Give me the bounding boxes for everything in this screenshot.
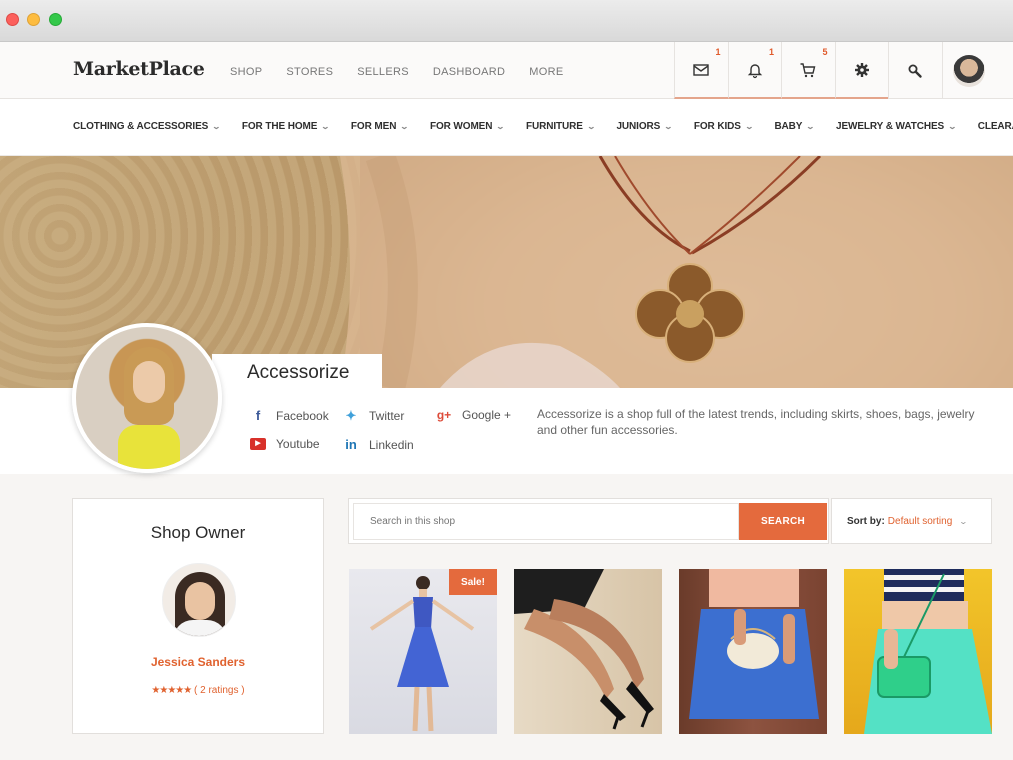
social-facebook[interactable]: f Facebook bbox=[250, 408, 329, 423]
owner-name-link[interactable]: Jessica Sanders bbox=[73, 655, 323, 669]
maximize-window-button[interactable] bbox=[49, 13, 62, 26]
category-clothing[interactable]: CLOTHING & ACCESSORIES ⌄ bbox=[73, 121, 222, 132]
mail-icon bbox=[693, 63, 709, 76]
nav-more[interactable]: MORE bbox=[529, 66, 563, 78]
nav-shop[interactable]: SHOP bbox=[230, 66, 262, 78]
linkedin-icon: in bbox=[345, 437, 357, 452]
shop-owner-title: Shop Owner bbox=[150, 523, 246, 542]
category-kids[interactable]: FOR KIDS ⌄ bbox=[694, 121, 754, 132]
chevron-down-icon: ⌄ bbox=[947, 122, 958, 131]
cart-badge: 5 bbox=[822, 47, 828, 57]
owner-avatar bbox=[162, 563, 236, 637]
minimize-window-button[interactable] bbox=[27, 13, 40, 26]
shop-search-bar: SEARCH bbox=[348, 498, 829, 544]
close-window-button[interactable] bbox=[6, 13, 19, 26]
shop-avatar bbox=[72, 323, 222, 473]
twitter-icon: ✦ bbox=[345, 408, 357, 423]
header-actions: 1 1 5 bbox=[674, 42, 995, 99]
chevron-down-icon: ⌄ bbox=[211, 122, 222, 131]
chevron-down-icon: ⌄ bbox=[744, 122, 754, 131]
category-nav: CLOTHING & ACCESSORIES ⌄ FOR THE HOME ⌄ FO… bbox=[0, 99, 1013, 156]
category-home[interactable]: FOR THE HOME ⌄ bbox=[242, 121, 331, 132]
facebook-icon: f bbox=[255, 408, 261, 423]
google-plus-icon: g+ bbox=[436, 408, 452, 422]
search-button[interactable] bbox=[888, 42, 942, 99]
messages-button[interactable]: 1 bbox=[674, 42, 728, 99]
site-logo[interactable]: MarketPlace bbox=[73, 58, 205, 80]
youtube-icon: ▶ bbox=[250, 438, 266, 450]
shop-description: Accessorize is a shop full of the latest… bbox=[537, 407, 975, 437]
chevron-down-icon: ⌄ bbox=[586, 122, 596, 131]
social-youtube[interactable]: ▶ Youtube bbox=[250, 437, 320, 451]
category-jewelry[interactable]: JEWELRY & WATCHES ⌄ bbox=[836, 121, 958, 132]
chevron-down-icon: ⌄ bbox=[806, 122, 816, 131]
chevron-down-icon: ⌄ bbox=[663, 122, 674, 131]
user-menu-button[interactable] bbox=[941, 42, 996, 99]
product-card-blue-dress[interactable]: Sale! bbox=[349, 569, 497, 734]
sort-dropdown[interactable]: Sort by: Default sorting ⌄ bbox=[831, 498, 992, 544]
top-nav: SHOP STORES SELLERS DASHBOARD MORE bbox=[230, 66, 587, 78]
sort-label: Sort by: bbox=[847, 515, 885, 527]
category-clearance[interactable]: CLEARANCE⌄ bbox=[978, 121, 1013, 132]
star-rating-icon: ★★★★★ bbox=[151, 685, 192, 696]
social-twitter[interactable]: ✦ Twitter bbox=[343, 408, 405, 424]
nav-stores[interactable]: STORES bbox=[286, 66, 333, 78]
product-image bbox=[864, 569, 992, 734]
user-avatar bbox=[952, 54, 985, 87]
window-chrome bbox=[0, 0, 1013, 42]
bell-icon bbox=[747, 63, 762, 78]
chevron-down-icon: ⌄ bbox=[958, 516, 969, 526]
top-header: MarketPlace SHOP STORES SELLERS DASHBOAR… bbox=[0, 42, 1013, 99]
gear-icon bbox=[854, 62, 869, 77]
product-image bbox=[689, 569, 819, 719]
cart-icon bbox=[800, 62, 816, 77]
owner-rating[interactable]: ★★★★★ ( 2 ratings ) bbox=[73, 685, 323, 696]
category-furniture[interactable]: FURNITURE ⌄ bbox=[526, 121, 596, 132]
category-women[interactable]: FOR WOMEN ⌄ bbox=[430, 121, 506, 132]
category-juniors[interactable]: JUNIORS ⌄ bbox=[616, 121, 674, 132]
category-men[interactable]: FOR MEN ⌄ bbox=[351, 121, 410, 132]
messages-badge: 1 bbox=[715, 47, 721, 57]
search-icon bbox=[908, 64, 922, 78]
category-baby[interactable]: BABY ⌄ bbox=[774, 121, 816, 132]
social-linkedin[interactable]: in Linkedin bbox=[343, 437, 413, 452]
settings-button[interactable] bbox=[834, 42, 888, 99]
cart-button[interactable]: 5 bbox=[781, 42, 835, 99]
shop-search-input[interactable] bbox=[353, 503, 739, 540]
notifications-button[interactable]: 1 bbox=[727, 42, 781, 99]
social-google-plus[interactable]: g+ Google + bbox=[436, 408, 511, 422]
chevron-down-icon: ⌄ bbox=[400, 122, 410, 131]
notifications-badge: 1 bbox=[768, 47, 774, 57]
chevron-down-icon: ⌄ bbox=[496, 122, 506, 131]
sale-badge: Sale! bbox=[449, 569, 497, 595]
nav-sellers[interactable]: SELLERS bbox=[357, 66, 409, 78]
nav-dashboard[interactable]: DASHBOARD bbox=[433, 66, 505, 78]
search-submit-button[interactable]: SEARCH bbox=[739, 503, 827, 540]
product-card-white-clutch[interactable] bbox=[679, 569, 827, 734]
product-card-heels[interactable] bbox=[514, 569, 662, 734]
product-card-green-bag[interactable] bbox=[844, 569, 992, 734]
shop-name: Accessorize bbox=[247, 362, 350, 383]
sort-value: Default sorting bbox=[887, 515, 953, 527]
chevron-down-icon: ⌄ bbox=[320, 122, 331, 131]
product-image bbox=[514, 569, 654, 730]
ratings-count: ( 2 ratings ) bbox=[194, 685, 245, 696]
shop-owner-card: Shop Owner Jessica Sanders ★★★★★ ( 2 rat… bbox=[72, 498, 324, 734]
